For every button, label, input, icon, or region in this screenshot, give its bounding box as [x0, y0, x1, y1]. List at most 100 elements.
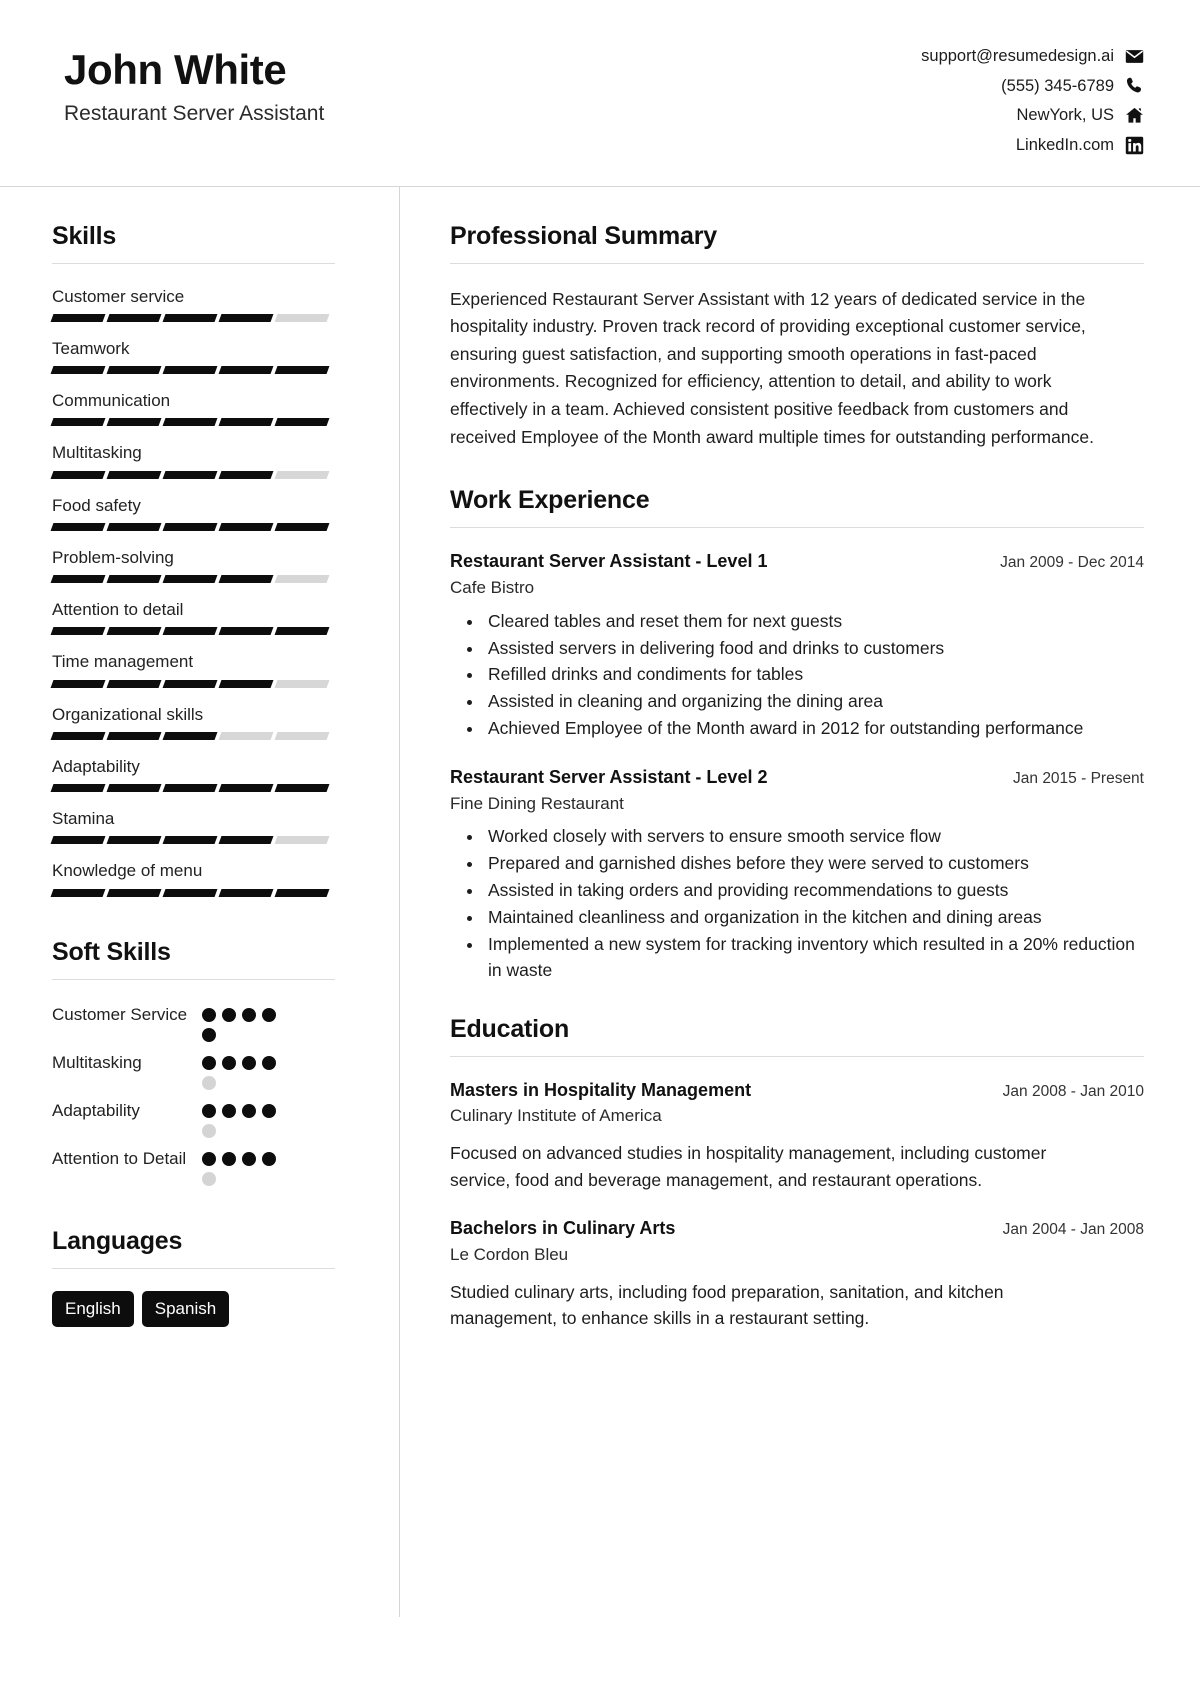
entry-bullet: Cleared tables and reset them for next g…: [484, 609, 1144, 635]
rating-dot: [262, 1151, 276, 1166]
soft-skill-row: Attention to Detail: [52, 1146, 335, 1186]
resume-body: Skills Customer service Teamwork Communica…: [0, 186, 1200, 1617]
professional-summary-text: Experienced Restaurant Server Assistant …: [450, 288, 1094, 447]
skill-label: Communication: [52, 391, 171, 410]
contact-row-home[interactable]: NewYork, US: [1016, 105, 1144, 126]
skill-bar-segment: [218, 731, 274, 740]
skill-label: Adaptability: [52, 756, 140, 776]
soft-skills-heading: Soft Skills: [52, 937, 171, 966]
soft-skills-list: Customer Service Multitasking Adaptability…: [52, 1002, 335, 1186]
home-icon: [1125, 106, 1144, 125]
skill-bar-segment: [274, 836, 330, 845]
skills-list: Customer service Teamwork Communication Mul…: [50, 286, 335, 897]
skill-bar-segment: [218, 470, 274, 479]
skill-bar-segment: [162, 784, 218, 792]
skill-label: Food safety: [52, 495, 141, 515]
contact-text: (555) 345-6789: [1001, 76, 1114, 95]
envelope-icon: [1125, 47, 1144, 66]
rating-dot: [222, 1055, 236, 1070]
entry-bullet: Assisted servers in delivering food and …: [484, 636, 1144, 662]
skill-bar-segment: [106, 418, 162, 427]
skill-bar-segment: [274, 575, 330, 583]
entry-bullet: Achieved Employee of the Month award in …: [484, 716, 1144, 742]
languages-divider: [52, 1267, 335, 1269]
skill-bar-segment: [50, 836, 106, 845]
skill-item: Knowledge of menu: [50, 860, 335, 897]
entry-bullet: Assisted in cleaning and organizing the …: [484, 689, 1144, 715]
work-experience-entry: Restaurant Server Assistant - Level 1 Jan…: [450, 550, 1144, 742]
rating-dot: [242, 1103, 256, 1118]
rating-dot: [262, 1055, 276, 1070]
skill-bar-segment: [218, 627, 274, 636]
skills-divider: [52, 262, 335, 264]
skill-bar-segment: [274, 784, 330, 792]
rating-dot: [202, 1055, 216, 1070]
education-list: Masters in Hospitality Management Jan 200…: [450, 1079, 1144, 1332]
skill-item: Stamina: [50, 808, 335, 845]
soft-skill-label: Multitasking: [52, 1052, 142, 1072]
language-pill[interactable]: English: [52, 1290, 134, 1327]
skill-bar-segment: [106, 313, 162, 322]
skill-level-bar: [50, 366, 330, 374]
skill-bar-segment: [218, 888, 274, 897]
skill-bar-segment: [106, 627, 162, 636]
work-experience-heading: Work Experience: [450, 486, 650, 515]
skill-bar-segment: [218, 679, 274, 688]
skill-bar-segment: [274, 731, 330, 740]
rating-dot: [262, 1103, 276, 1118]
work-experience-divider: [450, 527, 1144, 529]
entry-bullet-list: Cleared tables and reset them for next g…: [450, 609, 1144, 742]
entry-description: Studied culinary arts, including food pr…: [450, 1281, 1004, 1329]
skill-bar-segment: [218, 575, 274, 583]
entry-title: Restaurant Server Assistant - Level 2: [450, 767, 768, 788]
languages-section: Languages English Spanish: [52, 1226, 335, 1327]
rating-dot: [202, 1075, 216, 1090]
skill-level-bar: [50, 522, 330, 531]
skill-bar-segment: [50, 575, 106, 583]
contact-list: support@resumedesign.ai (555) 345-6789 New…: [921, 38, 1144, 156]
skill-level-bar: [50, 470, 330, 479]
skill-level-bar: [50, 418, 330, 427]
identity-block: John White Restaurant Server Assistant: [64, 38, 324, 126]
skill-bar-segment: [50, 470, 106, 479]
skill-level-bar: [50, 679, 330, 688]
skill-item: Multitasking: [50, 442, 335, 479]
contact-row-linkedin[interactable]: LinkedIn.com: [1016, 135, 1144, 156]
skill-bar-segment: [50, 366, 106, 374]
soft-skill-rating: [202, 1098, 288, 1138]
entry-title: Restaurant Server Assistant - Level 1: [450, 551, 768, 572]
rating-dot: [202, 1103, 216, 1118]
skill-label: Customer service: [52, 286, 185, 306]
skill-bar-segment: [218, 313, 274, 322]
entry-header: Bachelors in Culinary Arts Jan 2004 - Jan…: [450, 1217, 1144, 1240]
work-experience-section: Work Experience Restaurant Server Assist…: [450, 485, 1144, 983]
skill-item: Time management: [50, 651, 335, 688]
skill-bar-segment: [162, 470, 218, 479]
contact-row-envelope[interactable]: support@resumedesign.ai: [921, 46, 1144, 67]
entry-organization: Cafe Bistro: [450, 577, 535, 597]
skill-bar-segment: [50, 784, 106, 792]
language-pill[interactable]: Spanish: [141, 1290, 230, 1327]
soft-skill-label: Adaptability: [52, 1100, 140, 1120]
rating-dot: [202, 1027, 216, 1042]
entry-bullet: Refilled drinks and condiments for table…: [484, 662, 1144, 688]
entry-title: Bachelors in Culinary Arts: [450, 1218, 676, 1239]
soft-skill-row: Multitasking: [52, 1050, 335, 1090]
candidate-job-title: Restaurant Server Assistant: [64, 102, 325, 126]
soft-skill-rating: [202, 1002, 288, 1042]
soft-skill-label: Customer Service: [52, 1004, 188, 1024]
contact-row-phone[interactable]: (555) 345-6789: [1001, 76, 1144, 97]
skill-label: Organizational skills: [52, 704, 204, 724]
entry-header: Restaurant Server Assistant - Level 2 Jan…: [450, 766, 1144, 789]
entry-date-range: Jan 2004 - Jan 2008: [1002, 1221, 1144, 1239]
rating-dot: [222, 1103, 236, 1118]
rating-dot: [202, 1171, 216, 1186]
skill-item: Organizational skills: [50, 704, 335, 740]
rating-dot: [222, 1151, 236, 1166]
skill-bar-segment: [218, 366, 274, 374]
skill-item: Food safety: [50, 495, 335, 531]
skill-bar-segment: [274, 418, 330, 427]
skill-item: Customer service: [50, 286, 335, 322]
skill-bar-segment: [218, 522, 274, 531]
rating-dot: [202, 1123, 216, 1138]
